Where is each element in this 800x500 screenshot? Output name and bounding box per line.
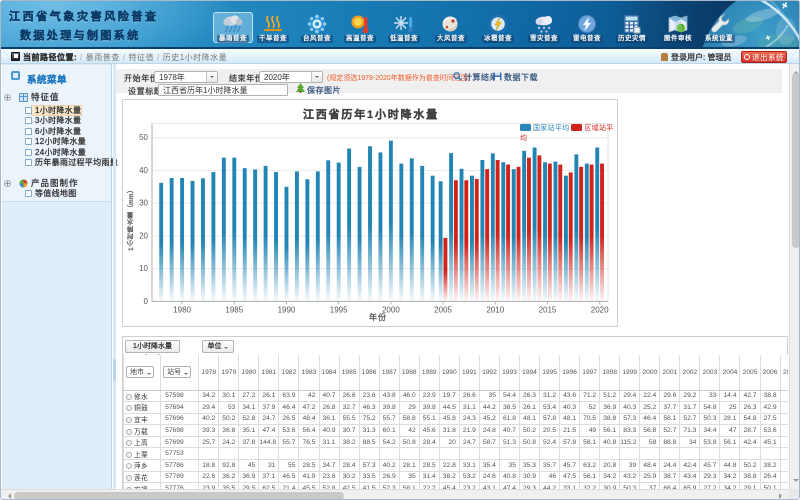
svg-text:2020: 2020 [591, 305, 609, 314]
svg-text:20: 20 [139, 231, 148, 240]
svg-text:2010: 2010 [486, 305, 504, 314]
svg-text:10: 10 [139, 264, 148, 273]
svg-text:1995: 1995 [330, 305, 348, 314]
svg-text:1985: 1985 [225, 305, 243, 314]
svg-text:2015: 2015 [539, 305, 557, 314]
svg-text:2005: 2005 [434, 305, 452, 314]
svg-text:50: 50 [139, 133, 148, 142]
svg-text:1980: 1980 [173, 305, 191, 314]
svg-text:1990: 1990 [278, 305, 296, 314]
svg-text:0: 0 [144, 297, 149, 306]
svg-text:40: 40 [139, 166, 148, 175]
svg-text:30: 30 [139, 199, 148, 208]
